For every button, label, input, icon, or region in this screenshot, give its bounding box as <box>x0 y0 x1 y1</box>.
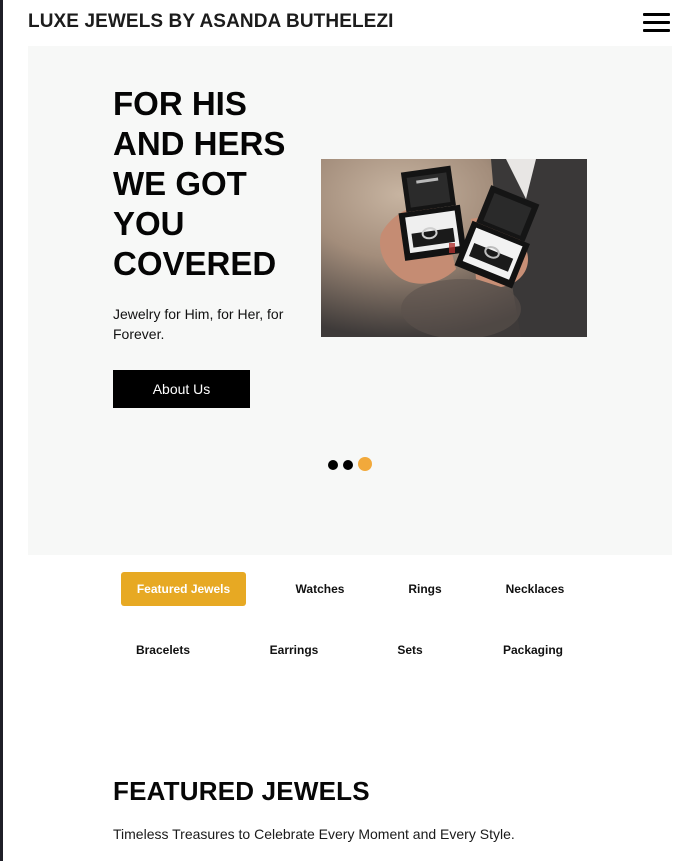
window-edge <box>0 0 3 861</box>
tab-rings[interactable]: Rings <box>395 572 455 606</box>
brand-logo-text[interactable]: LUXE JEWELS BY ASANDA BUTHELEZI <box>28 11 394 33</box>
tab-featured-jewels[interactable]: Featured Jewels <box>121 572 246 606</box>
page: LUXE JEWELS BY ASANDA BUTHELEZI FOR HIS … <box>0 0 697 861</box>
tab-bracelets[interactable]: Bracelets <box>120 633 206 667</box>
tab-sets[interactable]: Sets <box>385 633 435 667</box>
hero-section: FOR HIS AND HERS WE GOT YOU COVERED Jewe… <box>28 46 672 555</box>
hero-title: FOR HIS AND HERS WE GOT YOU COVERED <box>113 85 286 282</box>
category-tabs: Featured Jewels Watches Rings Necklaces … <box>0 572 697 672</box>
ring-boxes-illustration <box>321 159 587 337</box>
hamburger-line <box>643 29 670 32</box>
tab-earrings[interactable]: Earrings <box>255 633 333 667</box>
featured-section-subtitle: Timeless Treasures to Celebrate Every Mo… <box>113 826 515 842</box>
featured-section-title: FEATURED JEWELS <box>113 776 370 806</box>
tab-packaging[interactable]: Packaging <box>490 633 576 667</box>
hamburger-menu-icon[interactable] <box>643 13 670 33</box>
hamburger-line <box>643 21 670 24</box>
hero-image-ring-boxes <box>321 159 587 337</box>
tab-watches[interactable]: Watches <box>278 572 362 606</box>
carousel-dot-1[interactable] <box>328 460 338 470</box>
carousel-dot-3-active[interactable] <box>358 457 372 471</box>
tab-necklaces[interactable]: Necklaces <box>490 572 580 606</box>
hamburger-line <box>643 13 670 16</box>
navbar: LUXE JEWELS BY ASANDA BUTHELEZI <box>28 10 670 36</box>
carousel-dot-2[interactable] <box>343 460 353 470</box>
about-us-button[interactable]: About Us <box>113 370 250 408</box>
hero-subtitle: Jewelry for Him, for Her, for Forever. <box>113 306 284 342</box>
